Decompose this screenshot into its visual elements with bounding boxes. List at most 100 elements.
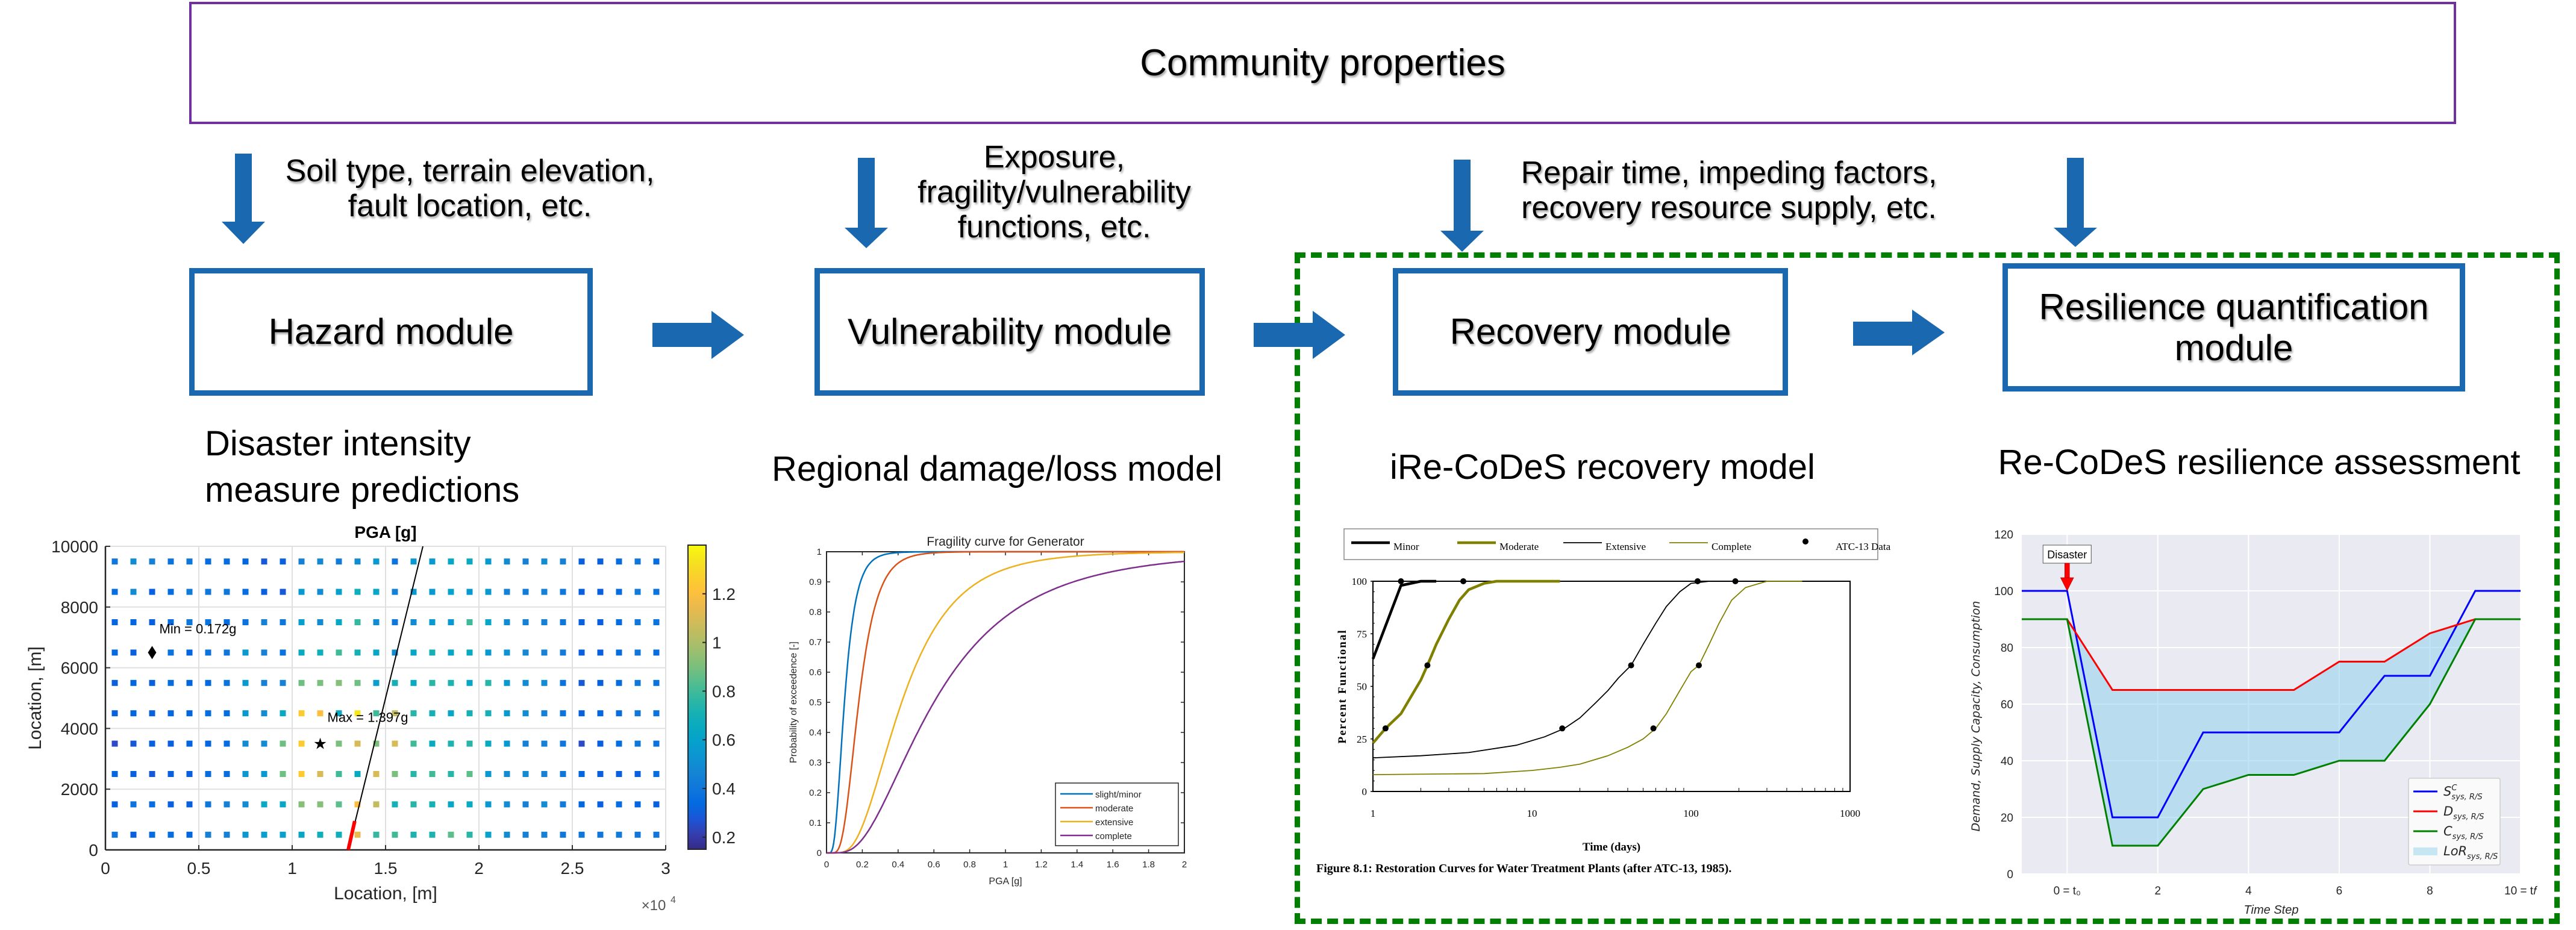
pga-point xyxy=(597,649,604,656)
pga-point xyxy=(242,771,249,777)
right-arrow-icon xyxy=(1254,311,1345,359)
pga-point xyxy=(597,771,604,777)
x-tick-label: 1 xyxy=(1003,860,1008,870)
pga-point xyxy=(578,801,585,808)
pga-point xyxy=(410,771,417,777)
pga-point xyxy=(298,740,305,747)
pga-point xyxy=(429,801,436,808)
pga-point xyxy=(186,649,193,656)
y-tick-label: 80 xyxy=(2001,642,2013,655)
pga-point xyxy=(298,679,305,686)
input-line: Soil type, terrain elevation, xyxy=(285,154,655,189)
pga-point xyxy=(242,710,249,717)
legend-label: complete xyxy=(1095,831,1132,841)
pga-point xyxy=(634,740,641,747)
y-tick-label: 50 xyxy=(1357,681,1367,693)
pga-point xyxy=(616,710,622,717)
colorbar-tick-label: 0.4 xyxy=(712,779,736,798)
pga-point xyxy=(261,710,267,717)
pga-point xyxy=(317,771,324,777)
pga-point xyxy=(522,831,529,838)
pga-point xyxy=(634,801,641,808)
pga-point xyxy=(466,740,473,747)
atc13-data-point xyxy=(1650,725,1657,732)
legend-swatch xyxy=(2413,847,2437,855)
pga-point xyxy=(298,831,305,838)
resilience-section-title: Re-CoDeS resilience assessment xyxy=(1964,439,2554,485)
right-arrow-icon xyxy=(652,311,744,359)
legend-label: moderate xyxy=(1095,804,1133,814)
colorbar-tick-label: 0.6 xyxy=(712,731,736,749)
pga-point xyxy=(167,710,174,717)
atc13-data-point xyxy=(1424,662,1431,669)
x-axis-label: Time Step xyxy=(2244,903,2299,916)
pga-point xyxy=(261,649,267,656)
colorbar-tick-label: 1.2 xyxy=(712,585,736,604)
x-tick-label: 0 = t₀ xyxy=(2054,885,2081,897)
legend-label: Moderate xyxy=(1499,541,1539,552)
pga-point xyxy=(224,740,230,747)
title-line: Re-CoDeS resilience assessment xyxy=(1998,443,2521,482)
pga-point xyxy=(597,831,604,838)
x-axis-label: Location, [m] xyxy=(334,884,437,903)
disaster-arrow-shaft xyxy=(2065,563,2070,579)
pga-point xyxy=(224,588,230,595)
pga-point xyxy=(410,740,417,747)
legend-sub: sys, R/S xyxy=(2453,832,2483,841)
pga-point xyxy=(578,710,585,717)
pga-point xyxy=(653,649,660,656)
pga-point xyxy=(634,771,641,777)
pga-point xyxy=(205,831,211,838)
pga-point xyxy=(354,649,361,656)
pga-point xyxy=(448,588,454,595)
x-tick-label: 100 xyxy=(1683,808,1699,819)
y-tick-label: 10000 xyxy=(51,537,98,556)
x-tick-label: 0.4 xyxy=(892,860,904,870)
pga-point xyxy=(186,831,193,838)
pga-point xyxy=(578,619,585,625)
pga-point xyxy=(578,771,585,777)
legend-label: Minor xyxy=(1393,541,1419,552)
pga-point xyxy=(130,649,137,656)
pga-point xyxy=(205,588,211,595)
pga-point xyxy=(578,558,585,565)
pga-point xyxy=(392,558,398,565)
pga-point xyxy=(149,558,155,565)
legend-label: slight/minor xyxy=(1095,790,1142,800)
recovery-inputs-text: Repair time, impeding factors, recovery … xyxy=(1488,155,1970,225)
pga-point xyxy=(205,801,211,808)
pga-point xyxy=(242,831,249,838)
pga-point xyxy=(298,619,305,625)
pga-point xyxy=(317,710,324,717)
pga-point xyxy=(149,710,155,717)
atc13-data-point xyxy=(1460,578,1467,584)
legend-main: S xyxy=(2443,784,2451,799)
y-tick-label: 120 xyxy=(1994,529,2013,541)
pga-point xyxy=(410,831,417,838)
x-tick-label: 1.2 xyxy=(1035,860,1048,870)
pga-point xyxy=(541,558,548,565)
pga-point xyxy=(149,679,155,686)
pga-point xyxy=(653,740,660,747)
down-arrow-icon xyxy=(1440,160,1484,252)
pga-point xyxy=(149,771,155,777)
pga-point xyxy=(616,558,622,565)
x-tick-label: 1.4 xyxy=(1071,860,1083,870)
y-tick-label: 0 xyxy=(1362,786,1368,797)
pga-point xyxy=(280,588,286,595)
pga-point xyxy=(298,801,305,808)
pga-point xyxy=(354,831,361,838)
pga-point xyxy=(466,831,473,838)
pga-point xyxy=(485,740,492,747)
input-line: functions, etc. xyxy=(957,210,1151,245)
x-exponent-label: ×10 xyxy=(642,897,666,914)
x-tick-label: 0.8 xyxy=(963,860,976,870)
colorbar-tick-label: 0.2 xyxy=(712,828,736,847)
pga-point xyxy=(111,801,118,808)
pga-point xyxy=(242,558,249,565)
pga-point xyxy=(130,679,137,686)
x-tick-label: 1 xyxy=(1371,808,1376,819)
x-tick-label: 3 xyxy=(661,859,671,878)
pga-point xyxy=(522,740,529,747)
pga-point xyxy=(167,831,174,838)
